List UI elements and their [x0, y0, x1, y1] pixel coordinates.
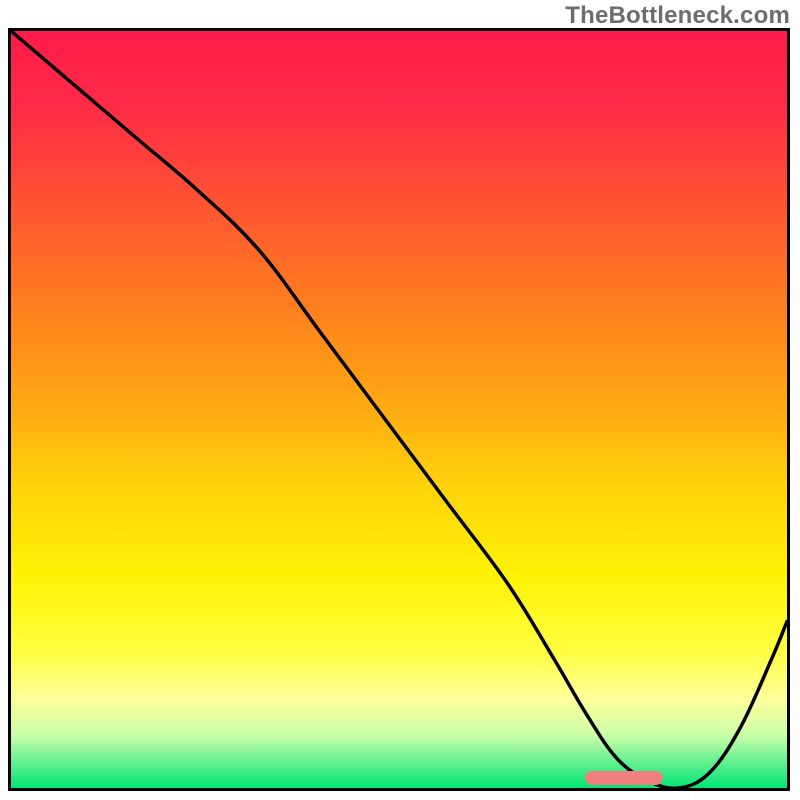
optimal-range-marker	[585, 771, 663, 785]
curve-layer	[11, 31, 787, 788]
plot-area	[11, 31, 787, 788]
watermark-text: TheBottleneck.com	[565, 2, 790, 30]
chart-canvas: TheBottleneck.com	[0, 0, 800, 800]
bottleneck-curve-path	[11, 31, 787, 788]
plot-frame	[8, 28, 790, 791]
